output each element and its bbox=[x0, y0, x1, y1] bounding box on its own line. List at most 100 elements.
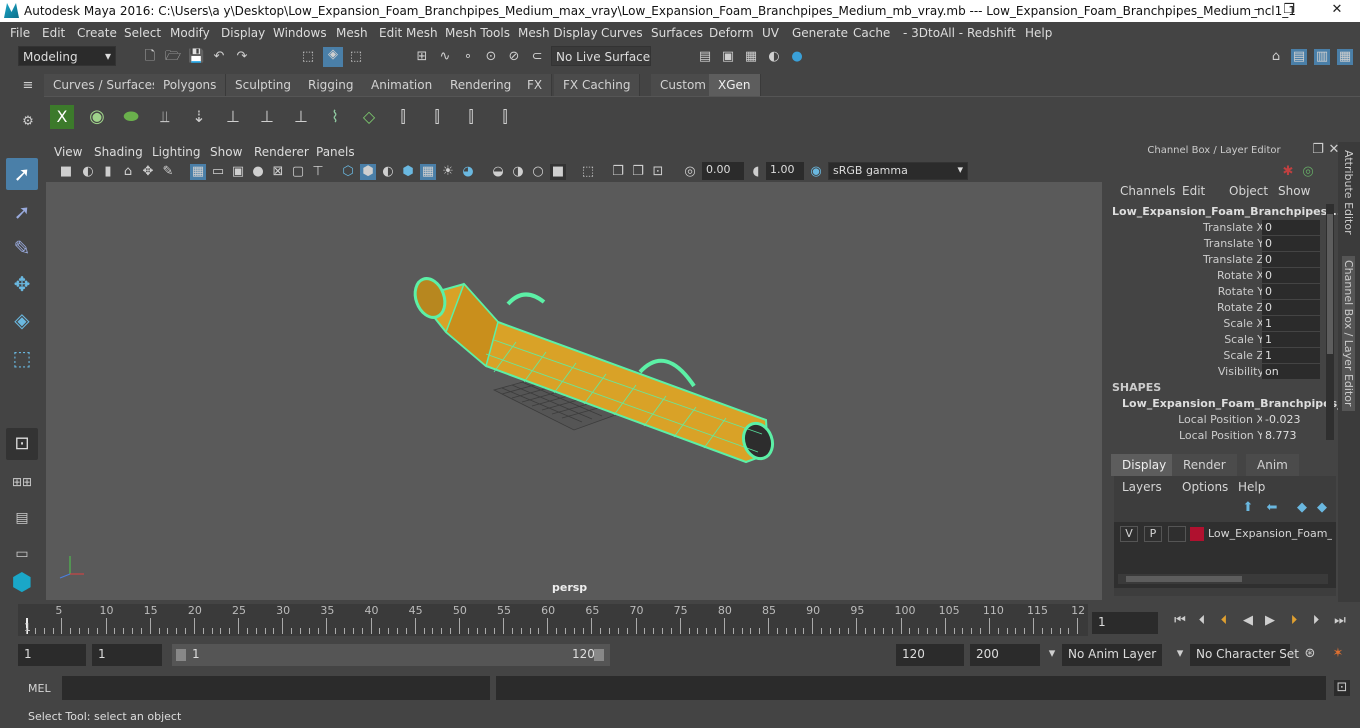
character-set-selector[interactable]: No Character Set bbox=[1190, 644, 1299, 666]
safe-action-icon[interactable]: ▢ bbox=[290, 164, 306, 180]
menu-surfaces[interactable]: Surfaces bbox=[651, 26, 703, 40]
outliner-view-icon[interactable]: ▤ bbox=[6, 502, 38, 534]
anim-layer-selector[interactable]: No Anim Layer bbox=[1062, 644, 1162, 666]
lights-icon[interactable]: ☀ bbox=[440, 164, 456, 180]
layer-menu-help[interactable]: Help bbox=[1238, 480, 1265, 494]
mode-selector[interactable]: Modeling ▾ bbox=[18, 46, 116, 66]
globe-icon[interactable]: ◎ bbox=[1300, 164, 1316, 180]
smooth-shade-icon[interactable]: ⬢ bbox=[360, 164, 376, 180]
place-guides-icon[interactable]: ⇣ bbox=[186, 105, 212, 129]
rotate-tool-icon[interactable]: ◈ bbox=[6, 304, 38, 336]
menu-deform[interactable]: Deform bbox=[709, 26, 754, 40]
time-slider[interactable]: 1 5 10 15 20 25 30 35 40 45 50 55 60 65 70 75 80 85 90 95 1… bbox=[18, 604, 1088, 636]
shape-name[interactable]: Low_Expansion_Foam_Branchpipes_... bbox=[1122, 397, 1355, 410]
new-scene-icon[interactable]: 🗋 bbox=[142, 49, 158, 65]
side-tab-channel-box[interactable]: Channel Box / Layer Editor bbox=[1342, 256, 1355, 411]
field-chart-icon[interactable]: ⊠ bbox=[270, 164, 286, 180]
playback-end-field[interactable]: 120 bbox=[896, 644, 964, 666]
textured-icon[interactable]: ⬢ bbox=[400, 164, 416, 180]
snap-view-icon[interactable]: ⊙ bbox=[483, 49, 499, 65]
grease-pencil-icon[interactable]: ✎ bbox=[160, 164, 176, 180]
menu-edit[interactable]: Edit bbox=[42, 26, 65, 40]
workspace-icon[interactable]: ⌂ bbox=[1268, 49, 1284, 65]
sculpt-guides-icon[interactable]: ⫿ bbox=[390, 105, 416, 129]
select-objects-icon[interactable]: ◈ bbox=[323, 47, 343, 67]
undo-icon[interactable]: ↶ bbox=[211, 49, 227, 65]
go-to-start-icon[interactable]: ⏮ bbox=[1172, 613, 1188, 629]
move-layer-up-icon[interactable]: ◆ bbox=[1294, 500, 1310, 516]
guide-curves-icon[interactable]: ⌇ bbox=[322, 105, 348, 129]
range-slider-end-handle[interactable] bbox=[594, 649, 604, 661]
grid-icon[interactable]: ◇ bbox=[356, 105, 382, 129]
attr-value[interactable]: -0.023 bbox=[1262, 412, 1320, 427]
tab-sculpting[interactable]: Sculpting bbox=[226, 74, 302, 96]
comb-guides-icon[interactable]: ⫿ bbox=[424, 105, 450, 129]
menu-help[interactable]: Help bbox=[1025, 26, 1052, 40]
layer-playback-toggle[interactable]: P bbox=[1144, 526, 1162, 542]
redo-icon[interactable]: ↷ bbox=[234, 49, 250, 65]
move-tool-icon[interactable]: ✥ bbox=[6, 268, 38, 300]
menu-generate[interactable]: Generate bbox=[792, 26, 848, 40]
menu-3dtoall[interactable]: - 3DtoAll - bbox=[903, 26, 963, 40]
end-time-field[interactable]: 200 bbox=[970, 644, 1040, 666]
tab-polygons[interactable]: Polygons bbox=[154, 74, 227, 96]
grid-toggle-icon[interactable]: ▦ bbox=[190, 164, 206, 180]
tab-curves-surfaces[interactable]: Curves / Surfaces bbox=[44, 74, 169, 96]
2d-pan-icon[interactable]: ✥ bbox=[140, 164, 156, 180]
step-forward-key-icon[interactable]: ⏵ bbox=[1286, 613, 1302, 629]
isolate-select-icon[interactable]: ⬚ bbox=[580, 164, 596, 180]
attr-value[interactable]: 0 bbox=[1262, 220, 1320, 235]
ambient-occlusion-icon[interactable]: ◒ bbox=[490, 164, 506, 180]
step-back-key-icon[interactable]: ⏴ bbox=[1216, 613, 1232, 629]
exposure-icon[interactable]: ◎ bbox=[682, 164, 698, 180]
object-name[interactable]: Low_Expansion_Foam_Branchpipes_... bbox=[1112, 205, 1345, 218]
layer-menu-options[interactable]: Options bbox=[1182, 480, 1228, 494]
live-surface-field[interactable]: No Live Surface bbox=[551, 46, 651, 66]
attr-scrollbar[interactable] bbox=[1326, 204, 1334, 440]
viewport-menu-view[interactable]: View bbox=[54, 145, 82, 159]
resolution-gate-icon[interactable]: ▣ bbox=[230, 164, 246, 180]
ipr-render-icon[interactable]: ▦ bbox=[743, 49, 759, 65]
wireframe-icon[interactable]: ⬡ bbox=[340, 164, 356, 180]
cb-menu-channels[interactable]: Channels bbox=[1120, 184, 1176, 198]
viewport-menu-lighting[interactable]: Lighting bbox=[152, 145, 201, 159]
go-to-end-icon[interactable]: ⏭ bbox=[1332, 613, 1348, 629]
menu-curves[interactable]: Curves bbox=[601, 26, 643, 40]
animation-prefs-icon[interactable]: ✶ bbox=[1330, 646, 1346, 662]
hypershade-icon[interactable]: ◐ bbox=[766, 49, 782, 65]
tab-fx-caching[interactable]: FX Caching bbox=[554, 74, 641, 96]
render-sphere-icon[interactable]: ● bbox=[789, 49, 805, 65]
brush-guides-icon[interactable]: ⫿ bbox=[458, 105, 484, 129]
attr-value[interactable]: 1 bbox=[1262, 332, 1320, 347]
safe-title-icon[interactable]: ⊤ bbox=[310, 164, 326, 180]
gear-icon[interactable]: ⚙ bbox=[20, 114, 36, 130]
select-components-icon[interactable]: ⬚ bbox=[348, 49, 364, 65]
tab-render[interactable]: Render bbox=[1172, 454, 1237, 476]
menu-cache[interactable]: Cache bbox=[853, 26, 890, 40]
shadows-icon[interactable]: ◕ bbox=[460, 164, 476, 180]
attr-scale-x[interactable]: Scale X1 bbox=[1108, 316, 1320, 332]
xray-active-icon[interactable]: ❐ bbox=[630, 164, 646, 180]
four-view-icon[interactable]: ⊞⊞ bbox=[6, 466, 38, 498]
cb-menu-object[interactable]: Object bbox=[1229, 184, 1268, 198]
select-hierarchy-icon[interactable]: ⬚ bbox=[300, 49, 316, 65]
open-scene-icon[interactable]: 🗁 bbox=[165, 49, 181, 65]
xray-joints-icon[interactable]: ❐ bbox=[610, 164, 626, 180]
script-editor-icon[interactable]: ⊡ bbox=[1334, 680, 1350, 696]
menu-display[interactable]: Display bbox=[221, 26, 265, 40]
save-scene-icon[interactable]: 💾 bbox=[188, 49, 204, 65]
film-gate-icon[interactable]: ▭ bbox=[210, 164, 226, 180]
play-forwards-icon[interactable]: ▶ bbox=[1262, 613, 1278, 629]
layer-display-type[interactable] bbox=[1168, 526, 1186, 542]
xgen-editor-icon[interactable]: X bbox=[50, 105, 74, 129]
viewport-menu-renderer[interactable]: Renderer bbox=[254, 145, 309, 159]
cb-menu-edit[interactable]: Edit bbox=[1182, 184, 1205, 198]
mel-input[interactable] bbox=[62, 676, 490, 700]
gamma-field[interactable]: 1.00 bbox=[766, 162, 804, 180]
antialias-icon[interactable]: ○ bbox=[530, 164, 546, 180]
attr-scrollbar-thumb[interactable] bbox=[1327, 214, 1333, 354]
viewport-menu-show[interactable]: Show bbox=[210, 145, 242, 159]
menu-create[interactable]: Create bbox=[77, 26, 117, 40]
attr-scale-y[interactable]: Scale Y1 bbox=[1108, 332, 1320, 348]
snap-point-icon[interactable]: ∘ bbox=[460, 49, 476, 65]
